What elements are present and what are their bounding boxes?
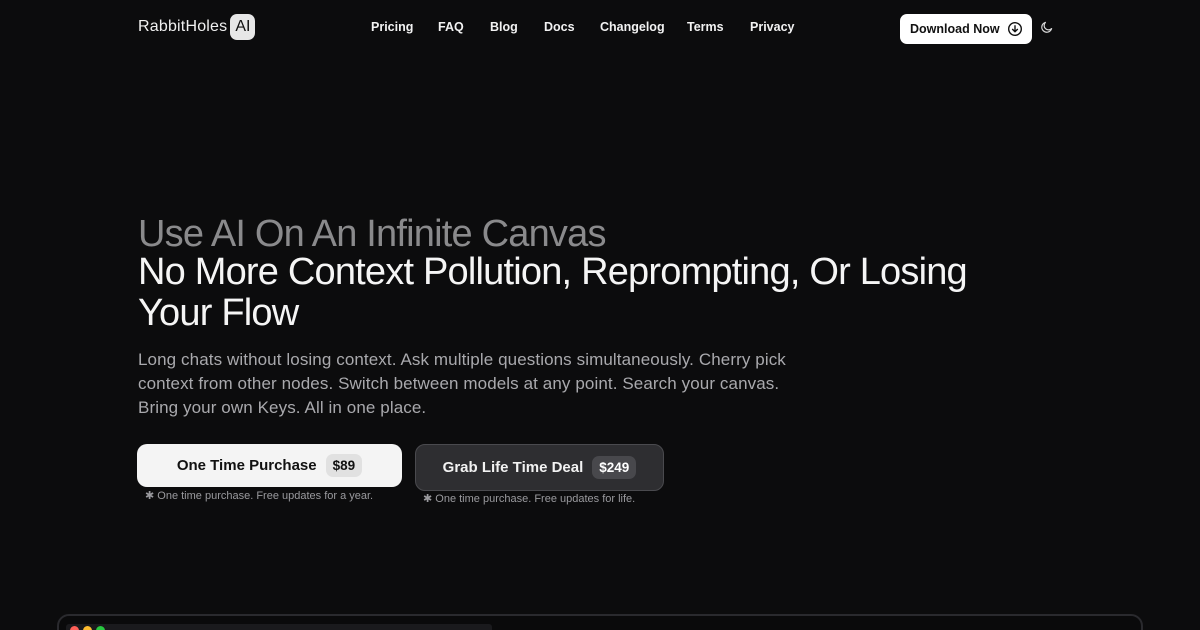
- lifetime-price-badge: $249: [592, 456, 637, 479]
- download-circle-icon: [1007, 21, 1023, 37]
- hero-title-line1: Use AI On An Infinite Canvas: [138, 213, 606, 255]
- hero-subtitle: Long chats without losing context. Ask m…: [138, 350, 786, 417]
- app-preview-titlebar: [66, 624, 492, 630]
- lifetime-deal-button[interactable]: Grab Life Time Deal $249: [415, 444, 664, 491]
- lifetime-note: ✱ One time purchase. Free updates for li…: [423, 493, 636, 505]
- window-close-dot: [70, 626, 79, 630]
- nav-link-blog[interactable]: Blog: [490, 20, 518, 34]
- one-time-price-badge: $89: [325, 454, 363, 477]
- nav-link-changelog[interactable]: Changelog: [600, 20, 665, 34]
- download-now-button[interactable]: Download Now: [900, 14, 1032, 44]
- window-maximize-dot: [96, 626, 105, 630]
- lifetime-deal-label: Grab Life Time Deal: [442, 459, 584, 476]
- one-time-purchase-button[interactable]: One Time Purchase $89: [137, 444, 402, 487]
- nav-link-terms[interactable]: Terms: [687, 20, 724, 34]
- nav-link-privacy[interactable]: Privacy: [750, 20, 794, 34]
- moon-icon[interactable]: [1040, 20, 1054, 34]
- nav-link-docs[interactable]: Docs: [544, 20, 575, 34]
- download-now-label: Download Now: [910, 22, 1000, 36]
- nav-link-faq[interactable]: FAQ: [438, 20, 464, 34]
- one-time-note: ✱ One time purchase. Free updates for a …: [145, 490, 374, 502]
- landing-page: RabbitHoles AI Pricing FAQ Blog Docs Cha…: [0, 0, 1200, 630]
- one-time-purchase-label: One Time Purchase: [176, 457, 317, 474]
- top-nav: RabbitHoles AI Pricing FAQ Blog Docs Cha…: [0, 0, 1200, 58]
- window-minimize-dot: [83, 626, 92, 630]
- nav-link-pricing[interactable]: Pricing: [371, 20, 413, 34]
- hero-title-line2: No More Context Pollution, Reprompting, …: [138, 251, 968, 334]
